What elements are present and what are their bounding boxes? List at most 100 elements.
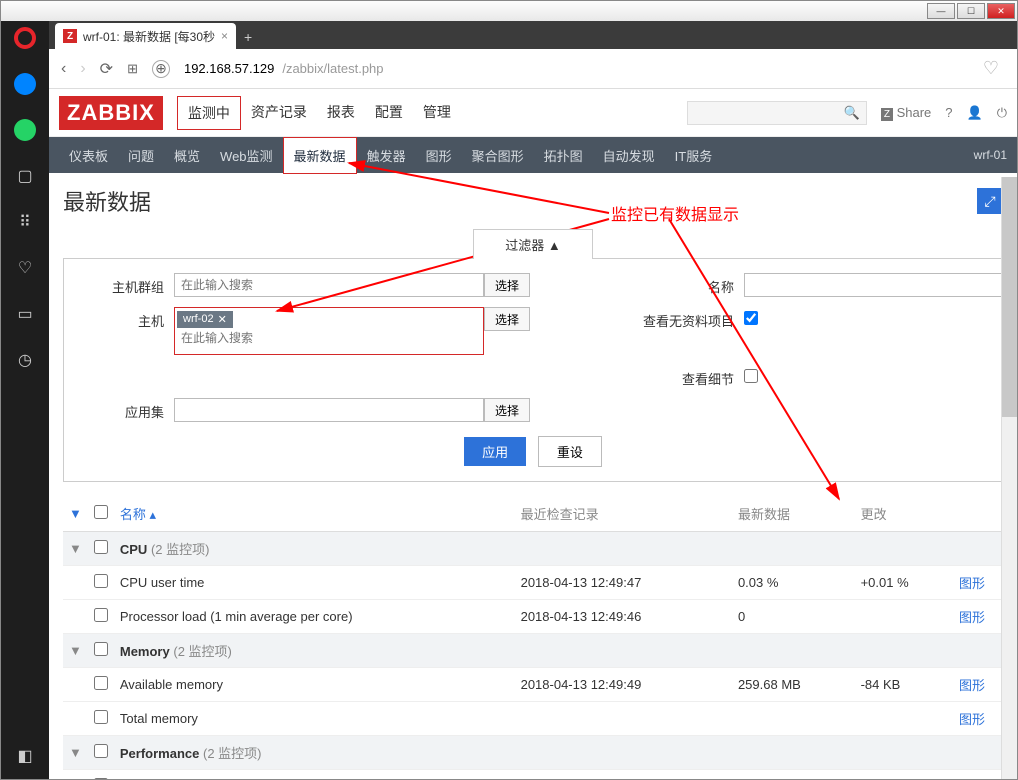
nav-dashboard[interactable]: 仪表板 [59,138,118,173]
row-checkbox[interactable] [94,710,108,724]
graph-link[interactable]: 图形 [959,576,985,591]
new-tab-button[interactable]: + [244,29,252,49]
row-checkbox[interactable] [94,778,108,779]
nav-overview[interactable]: 概览 [164,138,210,173]
item-change: -84 KB [855,668,953,702]
url-path: /zabbix/latest.php [282,61,383,76]
expand-all-icon[interactable]: ▼ [69,506,82,521]
host-input[interactable] [177,328,481,348]
host-multiselect[interactable]: wrf-02✕ [174,307,484,355]
nav-latest[interactable]: 最新数据 [283,137,357,174]
expand-icon[interactable]: ▼ [69,541,82,556]
messenger-icon[interactable] [14,73,36,95]
top-menu-reports[interactable]: 报表 [317,96,365,130]
nav-graphs[interactable]: 图形 [416,138,462,173]
opera-logo-icon[interactable] [14,27,36,49]
reload-icon[interactable]: ⟳ [100,59,113,79]
graph-link[interactable]: 图形 [959,678,985,693]
nav-services[interactable]: IT服务 [665,138,723,173]
top-menu-monitoring[interactable]: 监测中 [177,96,241,130]
nav-web[interactable]: Web监测 [210,138,283,173]
col-check[interactable]: 最近检查记录 [515,496,732,532]
graph-link[interactable]: 图形 [959,712,985,727]
zabbix-logo[interactable]: ZABBIX [59,96,163,130]
host-select-button[interactable]: 选择 [484,307,530,331]
table-row: ▼ CPU (2 监控项) [63,532,1003,566]
help-icon[interactable]: ? [945,105,952,120]
row-checkbox[interactable] [94,540,108,554]
group-name: Performance [120,746,199,761]
nav-screens[interactable]: 聚合图形 [462,138,534,173]
row-checkbox[interactable] [94,574,108,588]
item-check [515,702,732,736]
filter-toggle[interactable]: 过滤器 ▲ [473,229,593,259]
tab-title: wrf-01: 最新数据 [每30秒 [83,28,215,45]
speed-dial-icon[interactable]: ⠿ [14,211,36,233]
user-icon[interactable]: 👤 [967,105,983,121]
top-menu-inventory[interactable]: 资产记录 [241,96,317,130]
news-icon[interactable]: ▭ [14,303,36,325]
item-change [855,600,953,634]
forward-icon[interactable]: › [80,60,85,78]
camera-icon[interactable]: ▢ [14,165,36,187]
table-row: Total memory 图形 [63,702,1003,736]
reset-button[interactable]: 重设 [538,436,602,467]
nav-triggers[interactable]: 触发器 [357,138,416,173]
item-count: (2 监控项) [151,542,210,557]
expand-icon[interactable]: ▼ [69,643,82,658]
app-label: 应用集 [84,398,174,421]
row-checkbox[interactable] [94,642,108,656]
host-label: 主机 [84,307,174,330]
col-name[interactable]: 名称 ▴ [114,496,515,532]
top-menu-admin[interactable]: 管理 [413,96,461,130]
whatsapp-icon[interactable] [14,119,36,141]
hostgroup-input[interactable] [174,273,484,297]
share-button[interactable]: Z Share [881,105,931,120]
search-input[interactable]: 🔍 [687,101,867,125]
scroll-thumb[interactable] [1002,177,1017,417]
sidebar-toggle-icon[interactable]: ◧ [14,745,36,767]
item-check: 2018-04-13 12:49:47 [515,566,732,600]
row-checkbox[interactable] [94,744,108,758]
url-input[interactable]: 192.168.57.129/zabbix/latest.php [184,61,969,76]
browser-tab[interactable]: Z wrf-01: 最新数据 [每30秒 × [55,23,236,49]
app-select-button[interactable]: 选择 [484,398,530,422]
window-maximize[interactable]: ☐ [957,3,985,19]
apply-button[interactable]: 应用 [464,437,526,466]
power-icon[interactable]: ⏻ [997,105,1007,121]
history-icon[interactable]: ◷ [14,349,36,371]
fullscreen-button[interactable]: ⤢ [977,188,1003,214]
col-change[interactable]: 更改 [855,496,953,532]
speed-dial-icon[interactable]: ⊞ [127,61,138,77]
item-data: 0.03 % [732,770,855,780]
window-close[interactable]: ✕ [987,3,1015,19]
nodata-checkbox[interactable] [744,311,758,325]
zabbix-header: ZABBIX 监测中 资产记录 报表 配置 管理 🔍 Z Share ? 👤 ⏻ [49,89,1017,137]
latest-data-table: ▼ 名称 ▴ 最近检查记录 最新数据 更改 ▼ CPU (2 监控项) CPU … [63,496,1003,779]
remove-tag-icon[interactable]: ✕ [218,313,227,326]
nav-discovery[interactable]: 自动发现 [593,138,665,173]
name-input[interactable] [744,273,1017,297]
back-icon[interactable]: ‹ [61,60,66,78]
app-input[interactable] [174,398,484,422]
scrollbar[interactable] [1001,177,1017,779]
expand-icon[interactable]: ▼ [69,745,82,760]
details-checkbox[interactable] [744,369,758,383]
nav-maps[interactable]: 拓扑图 [534,138,593,173]
top-menu-config[interactable]: 配置 [365,96,413,130]
item-data: 259.68 MB [732,668,855,702]
row-checkbox[interactable] [94,608,108,622]
item-change [855,702,953,736]
select-all-checkbox[interactable] [94,505,108,519]
tab-close-icon[interactable]: × [221,29,228,43]
heart-icon[interactable]: ♡ [14,257,36,279]
hostgroup-select-button[interactable]: 选择 [484,273,530,297]
nav-problems[interactable]: 问题 [118,138,164,173]
graph-link[interactable]: 图形 [959,610,985,625]
col-data[interactable]: 最新数据 [732,496,855,532]
row-checkbox[interactable] [94,676,108,690]
bookmark-icon[interactable]: ♡ [983,58,999,79]
table-row: Processor load (1 min average per core) … [63,600,1003,634]
item-count: (2 监控项) [203,746,262,761]
window-minimize[interactable]: — [927,3,955,19]
